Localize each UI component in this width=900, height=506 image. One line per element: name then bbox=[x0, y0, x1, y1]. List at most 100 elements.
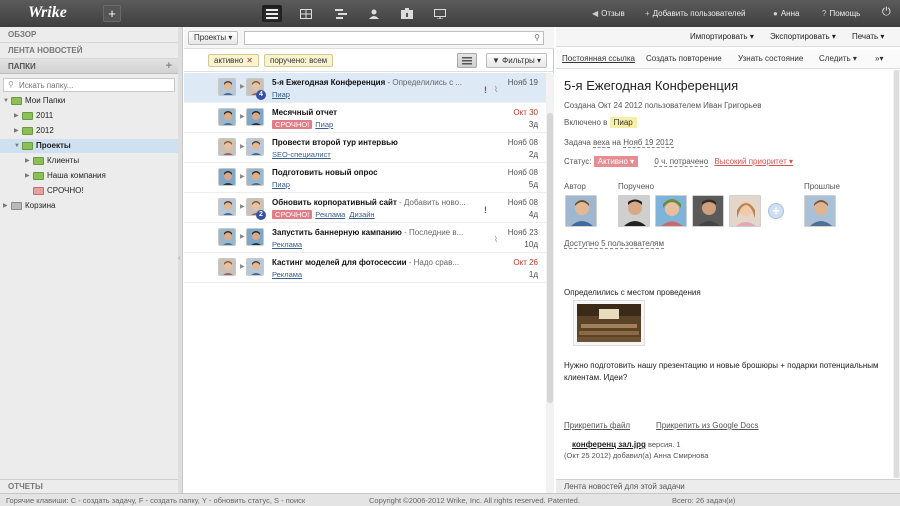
follow-menu[interactable]: Следить ▾ bbox=[819, 54, 857, 63]
collapse-arrow-icon[interactable]: ▼ bbox=[14, 139, 22, 153]
task-title[interactable]: 5-я Ежегодная Конференция - Определились… bbox=[272, 78, 482, 87]
filter-chip-active[interactable]: активно ✕ bbox=[208, 54, 259, 67]
task-row[interactable]: ▶ Запустить баннерную кампанию - Последни… bbox=[184, 223, 546, 253]
author-avatar[interactable] bbox=[218, 138, 236, 156]
people-view-icon[interactable] bbox=[364, 5, 384, 22]
assignee-avatar[interactable] bbox=[246, 108, 264, 126]
collapse-handle-icon[interactable]: ‹ bbox=[178, 255, 180, 262]
assignee-avatar[interactable] bbox=[246, 168, 264, 186]
filters-button[interactable]: ▼ Фильтры ▾ bbox=[486, 53, 548, 68]
attach-google-docs-link[interactable]: Прикрепить из Google Docs bbox=[656, 421, 759, 430]
workload-view-icon[interactable] bbox=[397, 5, 417, 22]
task-newsfeed-header[interactable]: Лента новостей для этой задачи bbox=[556, 479, 900, 493]
add-assignee-icon[interactable]: + bbox=[768, 203, 784, 219]
author-avatar[interactable] bbox=[218, 198, 236, 216]
expand-arrow-icon[interactable]: ▶ bbox=[14, 109, 22, 123]
folder-tag-link[interactable]: Дизайн bbox=[349, 210, 374, 219]
shared-with-link[interactable]: Доступно 5 пользователям bbox=[564, 239, 664, 249]
add-users-link[interactable]: + Добавить пользователей bbox=[645, 9, 746, 18]
task-title[interactable]: Кастинг моделей для фотосессии - Надо ср… bbox=[272, 258, 482, 267]
nav-reports[interactable]: ОТЧЕТЫ bbox=[0, 479, 178, 493]
task-title[interactable]: 5-я Ежегодная Конференция bbox=[564, 78, 738, 93]
create-repeat-link[interactable]: Создать повторение bbox=[646, 54, 722, 63]
status-dropdown[interactable]: Активно ▾ bbox=[593, 156, 639, 167]
timeline-view-icon[interactable] bbox=[331, 5, 351, 22]
tree-item-trash[interactable]: ▶ Корзина bbox=[3, 199, 55, 213]
task-row[interactable]: ▶ Кастинг моделей для фотосессии - Надо с… bbox=[184, 253, 546, 283]
task-row[interactable]: ▶ 2 Обновить корпоративный сайт - Добавить… bbox=[184, 193, 546, 223]
urgent-tag[interactable]: СРОЧНО! bbox=[272, 210, 313, 219]
folder-search-input[interactable] bbox=[19, 79, 169, 91]
time-spent[interactable]: 0 ч. потрачено bbox=[654, 157, 709, 167]
assignee-avatar-1[interactable] bbox=[618, 195, 650, 227]
author-avatar[interactable] bbox=[218, 258, 236, 276]
task-title[interactable]: Месячный отчет bbox=[272, 108, 482, 117]
task-search-input[interactable]: ⚲ bbox=[244, 31, 544, 45]
task-row[interactable]: ▶ Подготовить новый опрос Пиар Нояб 08 5д bbox=[184, 163, 546, 193]
close-icon[interactable]: ✕ bbox=[246, 56, 253, 65]
tree-item-2011[interactable]: ▶ 2011 bbox=[14, 109, 53, 123]
task-title[interactable]: Запустить баннерную кампанию - Последние… bbox=[272, 228, 482, 237]
task-row[interactable]: ▶ Месячный отчет СРОЧНО! Пиар Окт 30 3д bbox=[184, 103, 546, 133]
filter-chip-assigned[interactable]: поручено: всем bbox=[264, 54, 334, 67]
folder-tag-link[interactable]: SEO-специалист bbox=[272, 150, 331, 159]
past-assignee-avatar[interactable] bbox=[804, 195, 836, 227]
expand-arrow-icon[interactable]: ▶ bbox=[25, 169, 33, 183]
attach-file-link[interactable]: Прикрепить файл bbox=[564, 421, 630, 430]
attachment-filename[interactable]: конференц зал.jpg bbox=[572, 440, 646, 449]
task-list-scrollbar[interactable] bbox=[546, 73, 554, 493]
tree-item-our-company[interactable]: ▶ Наша компания bbox=[25, 169, 106, 183]
milestone-date[interactable]: Нояб 19 2012 bbox=[623, 138, 674, 148]
tree-item-urgent[interactable]: СРОЧНО! bbox=[25, 184, 84, 198]
priority-dropdown[interactable]: Высокий приоритет ▾ bbox=[714, 157, 793, 166]
assignee-avatar-4[interactable] bbox=[729, 195, 761, 227]
feedback-link[interactable]: ◀ Отзыв bbox=[592, 9, 625, 18]
author-avatar[interactable] bbox=[565, 195, 597, 227]
nav-overview[interactable]: ОБЗОР bbox=[0, 27, 178, 43]
folder-tag-link[interactable]: Реклама bbox=[315, 210, 345, 219]
view-options-button[interactable] bbox=[457, 53, 477, 68]
power-icon[interactable]: ⏻ bbox=[882, 6, 891, 19]
milestone-type[interactable]: веха bbox=[593, 138, 610, 148]
import-menu[interactable]: Импортировать ▾ bbox=[690, 32, 754, 41]
folder-tag-link[interactable]: Реклама bbox=[272, 240, 302, 249]
user-menu[interactable]: ● Анна bbox=[773, 9, 799, 18]
scrollbar-thumb[interactable] bbox=[547, 113, 553, 403]
tree-item-clients[interactable]: ▶ Клиенты bbox=[25, 154, 79, 168]
folder-tag-link[interactable]: Пиар bbox=[272, 90, 290, 99]
folder-tag[interactable]: Пиар bbox=[609, 117, 637, 128]
expand-arrow-icon[interactable]: ▶ bbox=[14, 124, 22, 138]
folder-tag-link[interactable]: Пиар bbox=[315, 120, 333, 129]
expand-arrow-icon[interactable]: ▶ bbox=[3, 199, 11, 213]
nav-newsfeed[interactable]: ЛЕНТА НОВОСТЕЙ bbox=[0, 43, 178, 59]
panel-splitter[interactable]: ‹ bbox=[178, 27, 183, 493]
assignee-avatar[interactable] bbox=[246, 228, 264, 246]
tree-item-projects[interactable]: ▼ Проекты bbox=[14, 139, 71, 153]
help-link[interactable]: ? Помощь bbox=[822, 9, 860, 18]
author-avatar[interactable] bbox=[218, 108, 236, 126]
stream-view-icon[interactable] bbox=[430, 5, 450, 22]
export-menu[interactable]: Экспортировать ▾ bbox=[770, 32, 836, 41]
scrollbar-thumb[interactable] bbox=[894, 70, 899, 478]
expand-arrow-icon[interactable]: ▶ bbox=[25, 154, 33, 168]
task-row[interactable]: ▶ 4 5-я Ежегодная Конференция - Определили… bbox=[184, 73, 546, 103]
add-folder-icon[interactable]: + bbox=[166, 59, 172, 74]
table-view-icon[interactable] bbox=[296, 5, 316, 22]
assignee-avatar-3[interactable] bbox=[692, 195, 724, 227]
more-menu[interactable]: »▾ bbox=[875, 54, 883, 63]
task-row[interactable]: ▶ Провести второй тур интервью SEO-специал… bbox=[184, 133, 546, 163]
new-item-button[interactable]: + bbox=[103, 5, 121, 22]
task-title[interactable]: Провести второй тур интервью bbox=[272, 138, 482, 147]
check-status-link[interactable]: Узнать состояние bbox=[738, 54, 803, 63]
assignee-avatar-2[interactable] bbox=[655, 195, 687, 227]
permalink-link[interactable]: Постоянная ссылка bbox=[562, 54, 635, 63]
urgent-tag[interactable]: СРОЧНО! bbox=[272, 120, 313, 129]
projects-dropdown[interactable]: Проекты ▾ bbox=[188, 31, 239, 45]
task-title[interactable]: Подготовить новый опрос bbox=[272, 168, 482, 177]
folder-tag-link[interactable]: Пиар bbox=[272, 180, 290, 189]
assignee-avatar[interactable] bbox=[246, 138, 264, 156]
detail-scrollbar[interactable] bbox=[893, 70, 900, 478]
tree-item-my-folders[interactable]: ▼ Мои Папки bbox=[3, 94, 65, 108]
list-view-icon[interactable] bbox=[262, 5, 282, 22]
author-avatar[interactable] bbox=[218, 228, 236, 246]
